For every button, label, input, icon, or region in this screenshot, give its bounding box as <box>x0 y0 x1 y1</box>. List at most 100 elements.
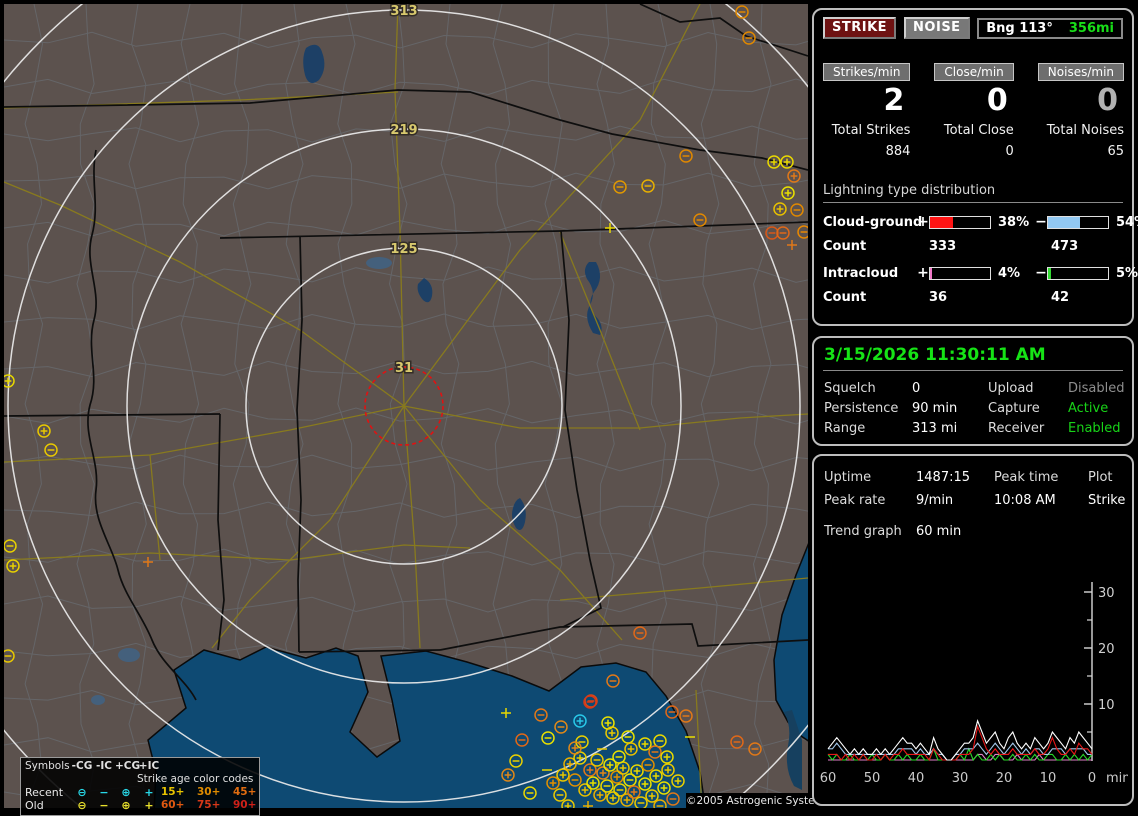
lake-central <box>366 257 392 269</box>
noises-per-min-header: Noises/min <box>1038 63 1124 81</box>
lake-small <box>91 695 105 705</box>
count-label: Count <box>823 239 917 254</box>
strikes-per-min-column: Strikes/min 2 Total Strikes 884 <box>823 61 910 159</box>
cg-negative-count: 473 <box>1051 239 1131 254</box>
age-code-15: 15+ <box>161 786 197 799</box>
svg-text:219: 219 <box>390 123 417 138</box>
map-canvas[interactable]: 125 219 313 31 <box>4 4 808 808</box>
peak-time-value: 10:08 AM <box>994 489 1088 512</box>
noise-toggle-button[interactable]: NOISE <box>904 17 970 39</box>
svg-text:31: 31 <box>395 361 413 376</box>
old-pos-ic-icon: + <box>137 799 161 812</box>
svg-text:50: 50 <box>864 771 881 786</box>
settings-row: Persistence 90 min Capture Active <box>824 399 1122 419</box>
settings-row: Range 313 mi Receiver Enabled <box>824 419 1122 439</box>
plus-sign: + <box>917 265 929 281</box>
total-noises-value: 65 <box>1038 144 1124 159</box>
svg-text:125: 125 <box>390 242 417 257</box>
legend-row-recent: Recent ⊖ − ⊕ + 15+ 30+ 45+ <box>25 786 255 799</box>
age-code-30: 30+ <box>197 786 233 799</box>
recent-neg-ic-icon: − <box>93 786 115 799</box>
recent-pos-ic-icon: + <box>137 786 161 799</box>
legend-col-neg-ic: -IC <box>93 760 115 773</box>
close-per-min-column: Close/min 0 Total Close 0 <box>934 61 1013 159</box>
upload-status: Disabled <box>1068 379 1124 399</box>
trend-graph-label: Trend graph <box>824 522 916 542</box>
minus-sign: − <box>1035 265 1047 281</box>
ic-positive-bar <box>929 267 991 280</box>
svg-text:60: 60 <box>820 771 836 786</box>
cg-positive-pct: 38% <box>993 215 1035 230</box>
old-neg-ic-icon: − <box>93 799 115 812</box>
trend-chart: 1020306050403020100min <box>820 544 1128 796</box>
capture-label: Capture <box>988 399 1068 419</box>
ic-negative-pct: 5% <box>1111 266 1138 281</box>
strike-toggle-button[interactable]: STRIKE <box>823 17 896 39</box>
current-datetime: 3/15/2026 11:30:11 AM <box>814 338 1132 370</box>
legend-old-label: Old <box>25 799 71 812</box>
strike-stats-panel: STRIKE NOISE Bng 113° 356mi Strikes/min 2… <box>812 8 1134 326</box>
bearing-label: Bng 113° <box>986 21 1053 36</box>
trend-graph-value: 60 min <box>916 522 1122 542</box>
count-label: Count <box>823 290 917 305</box>
old-neg-cg-icon: ⊖ <box>71 799 93 812</box>
capture-status: Active <box>1068 399 1122 419</box>
uptime-label: Uptime <box>824 466 916 489</box>
close-per-min-value: 0 <box>934 83 1013 121</box>
squelch-value: 0 <box>912 379 988 399</box>
svg-text:20: 20 <box>1098 642 1115 657</box>
uptime-value: 1487:15 <box>916 466 994 489</box>
receiver-label: Receiver <box>988 419 1068 439</box>
legend-age-header: Strike age color codes <box>137 773 233 786</box>
peak-time-label: Peak time <box>994 466 1088 489</box>
clock-settings-panel: 3/15/2026 11:30:11 AM Squelch 0 Upload D… <box>812 336 1134 446</box>
strikes-per-min-value: 2 <box>823 83 910 121</box>
cg-negative-bar <box>1047 216 1109 229</box>
old-pos-cg-icon: ⊕ <box>115 799 137 812</box>
upload-label: Upload <box>988 379 1068 399</box>
total-noises-label: Total Noises <box>1038 123 1124 138</box>
intracloud-row: Intracloud + 4% − 5% <box>823 265 1123 281</box>
bearing-distance: 356mi <box>1069 21 1114 36</box>
lightning-map[interactable]: 125 219 313 31 Symbols -CG -IC +CG +IC Stri… <box>4 4 808 808</box>
svg-text:10: 10 <box>1098 698 1115 713</box>
legend-recent-label: Recent <box>25 786 71 799</box>
age-code-75: 75+ <box>197 799 233 812</box>
legend-col-neg-cg: -CG <box>71 760 93 773</box>
intracloud-count-row: Count 36 42 <box>823 290 1123 305</box>
squelch-label: Squelch <box>824 379 912 399</box>
age-code-60: 60+ <box>161 799 197 812</box>
legend-symbols-header: Symbols <box>25 760 71 773</box>
cloud-ground-count-row: Count 333 473 <box>823 239 1123 254</box>
strikes-per-min-header: Strikes/min <box>823 63 910 81</box>
persistence-value: 90 min <box>912 399 988 419</box>
cloud-ground-label: Cloud-ground <box>823 215 917 230</box>
peak-rate-label: Peak rate <box>824 489 916 512</box>
close-per-min-header: Close/min <box>934 63 1013 81</box>
intracloud-label: Intracloud <box>823 266 917 281</box>
noises-per-min-value: 0 <box>1038 83 1124 121</box>
total-strikes-label: Total Strikes <box>823 123 910 138</box>
svg-text:313: 313 <box>390 4 417 19</box>
plus-sign: + <box>917 214 929 230</box>
svg-text:10: 10 <box>1040 771 1057 786</box>
noises-per-min-column: Noises/min 0 Total Noises 65 <box>1038 61 1124 159</box>
legend-col-pos-ic: +IC <box>137 760 161 773</box>
minus-sign: − <box>1035 214 1047 230</box>
cloud-ground-row: Cloud-ground + 38% − 54% <box>823 214 1123 230</box>
range-value: 313 mi <box>912 419 988 439</box>
copyright-note: ©2005 Astrogenic Systems <box>686 793 812 809</box>
legend-col-pos-cg: +CG <box>115 760 137 773</box>
total-close-label: Total Close <box>934 123 1013 138</box>
distribution-title: Lightning type distribution <box>823 183 1123 203</box>
plot-label: Plot <box>1088 466 1122 489</box>
age-code-90: 90+ <box>233 799 267 812</box>
svg-text:30: 30 <box>1098 586 1115 601</box>
plot-mode-value: Strike <box>1088 489 1125 512</box>
settings-row: Squelch 0 Upload Disabled <box>824 379 1122 399</box>
svg-text:min: min <box>1106 771 1128 786</box>
persistence-label: Persistence <box>824 399 912 419</box>
legend-row-old: Old ⊖ − ⊕ + 60+ 75+ 90+ <box>25 799 255 812</box>
map-legend: Symbols -CG -IC +CG +IC Strike age color… <box>20 757 260 816</box>
trend-panel: Uptime 1487:15 Peak time Plot Peak rate … <box>812 454 1134 806</box>
